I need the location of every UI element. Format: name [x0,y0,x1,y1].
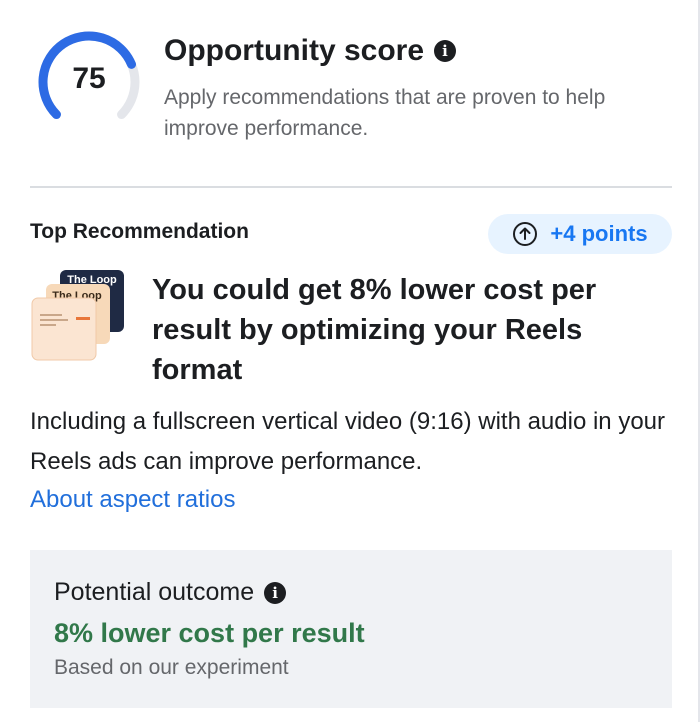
recommendation-title: You could get 8% lower cost per result b… [152,274,597,386]
potential-outcome-box: Potential outcome i 8% lower cost per re… [30,550,672,708]
info-icon[interactable]: i [434,40,457,62]
outcome-label: Potential outcome [54,578,255,606]
arrow-up-circle-icon [513,222,538,246]
section-label: Top Recommendation [30,220,249,243]
outcome-info-icon[interactable]: i [264,581,287,604]
divider [30,186,672,188]
recommendation-body: Including a fullscreen vertical video (9… [30,408,666,475]
score-value: 75 [72,62,106,95]
outcome-label-row: Potential outcome i [54,578,287,607]
points-label: +4 points [550,221,648,246]
score-title-row: Opportunity score i [164,34,457,68]
outcome-note: Based on our experiment [54,656,289,679]
reels-thumbnail: The Loop The Loop [30,268,130,368]
score-description: Apply recommendations that are proven to… [164,86,606,140]
score-gauge: 75 [30,30,148,140]
points-badge: +4 points [488,214,672,254]
opportunity-score-card: 75 Opportunity score i Apply recommendat… [0,0,700,722]
outcome-value: 8% lower cost per result [54,618,365,648]
about-aspect-ratios-link[interactable]: About aspect ratios [30,480,235,520]
score-title: Opportunity score [164,34,425,67]
